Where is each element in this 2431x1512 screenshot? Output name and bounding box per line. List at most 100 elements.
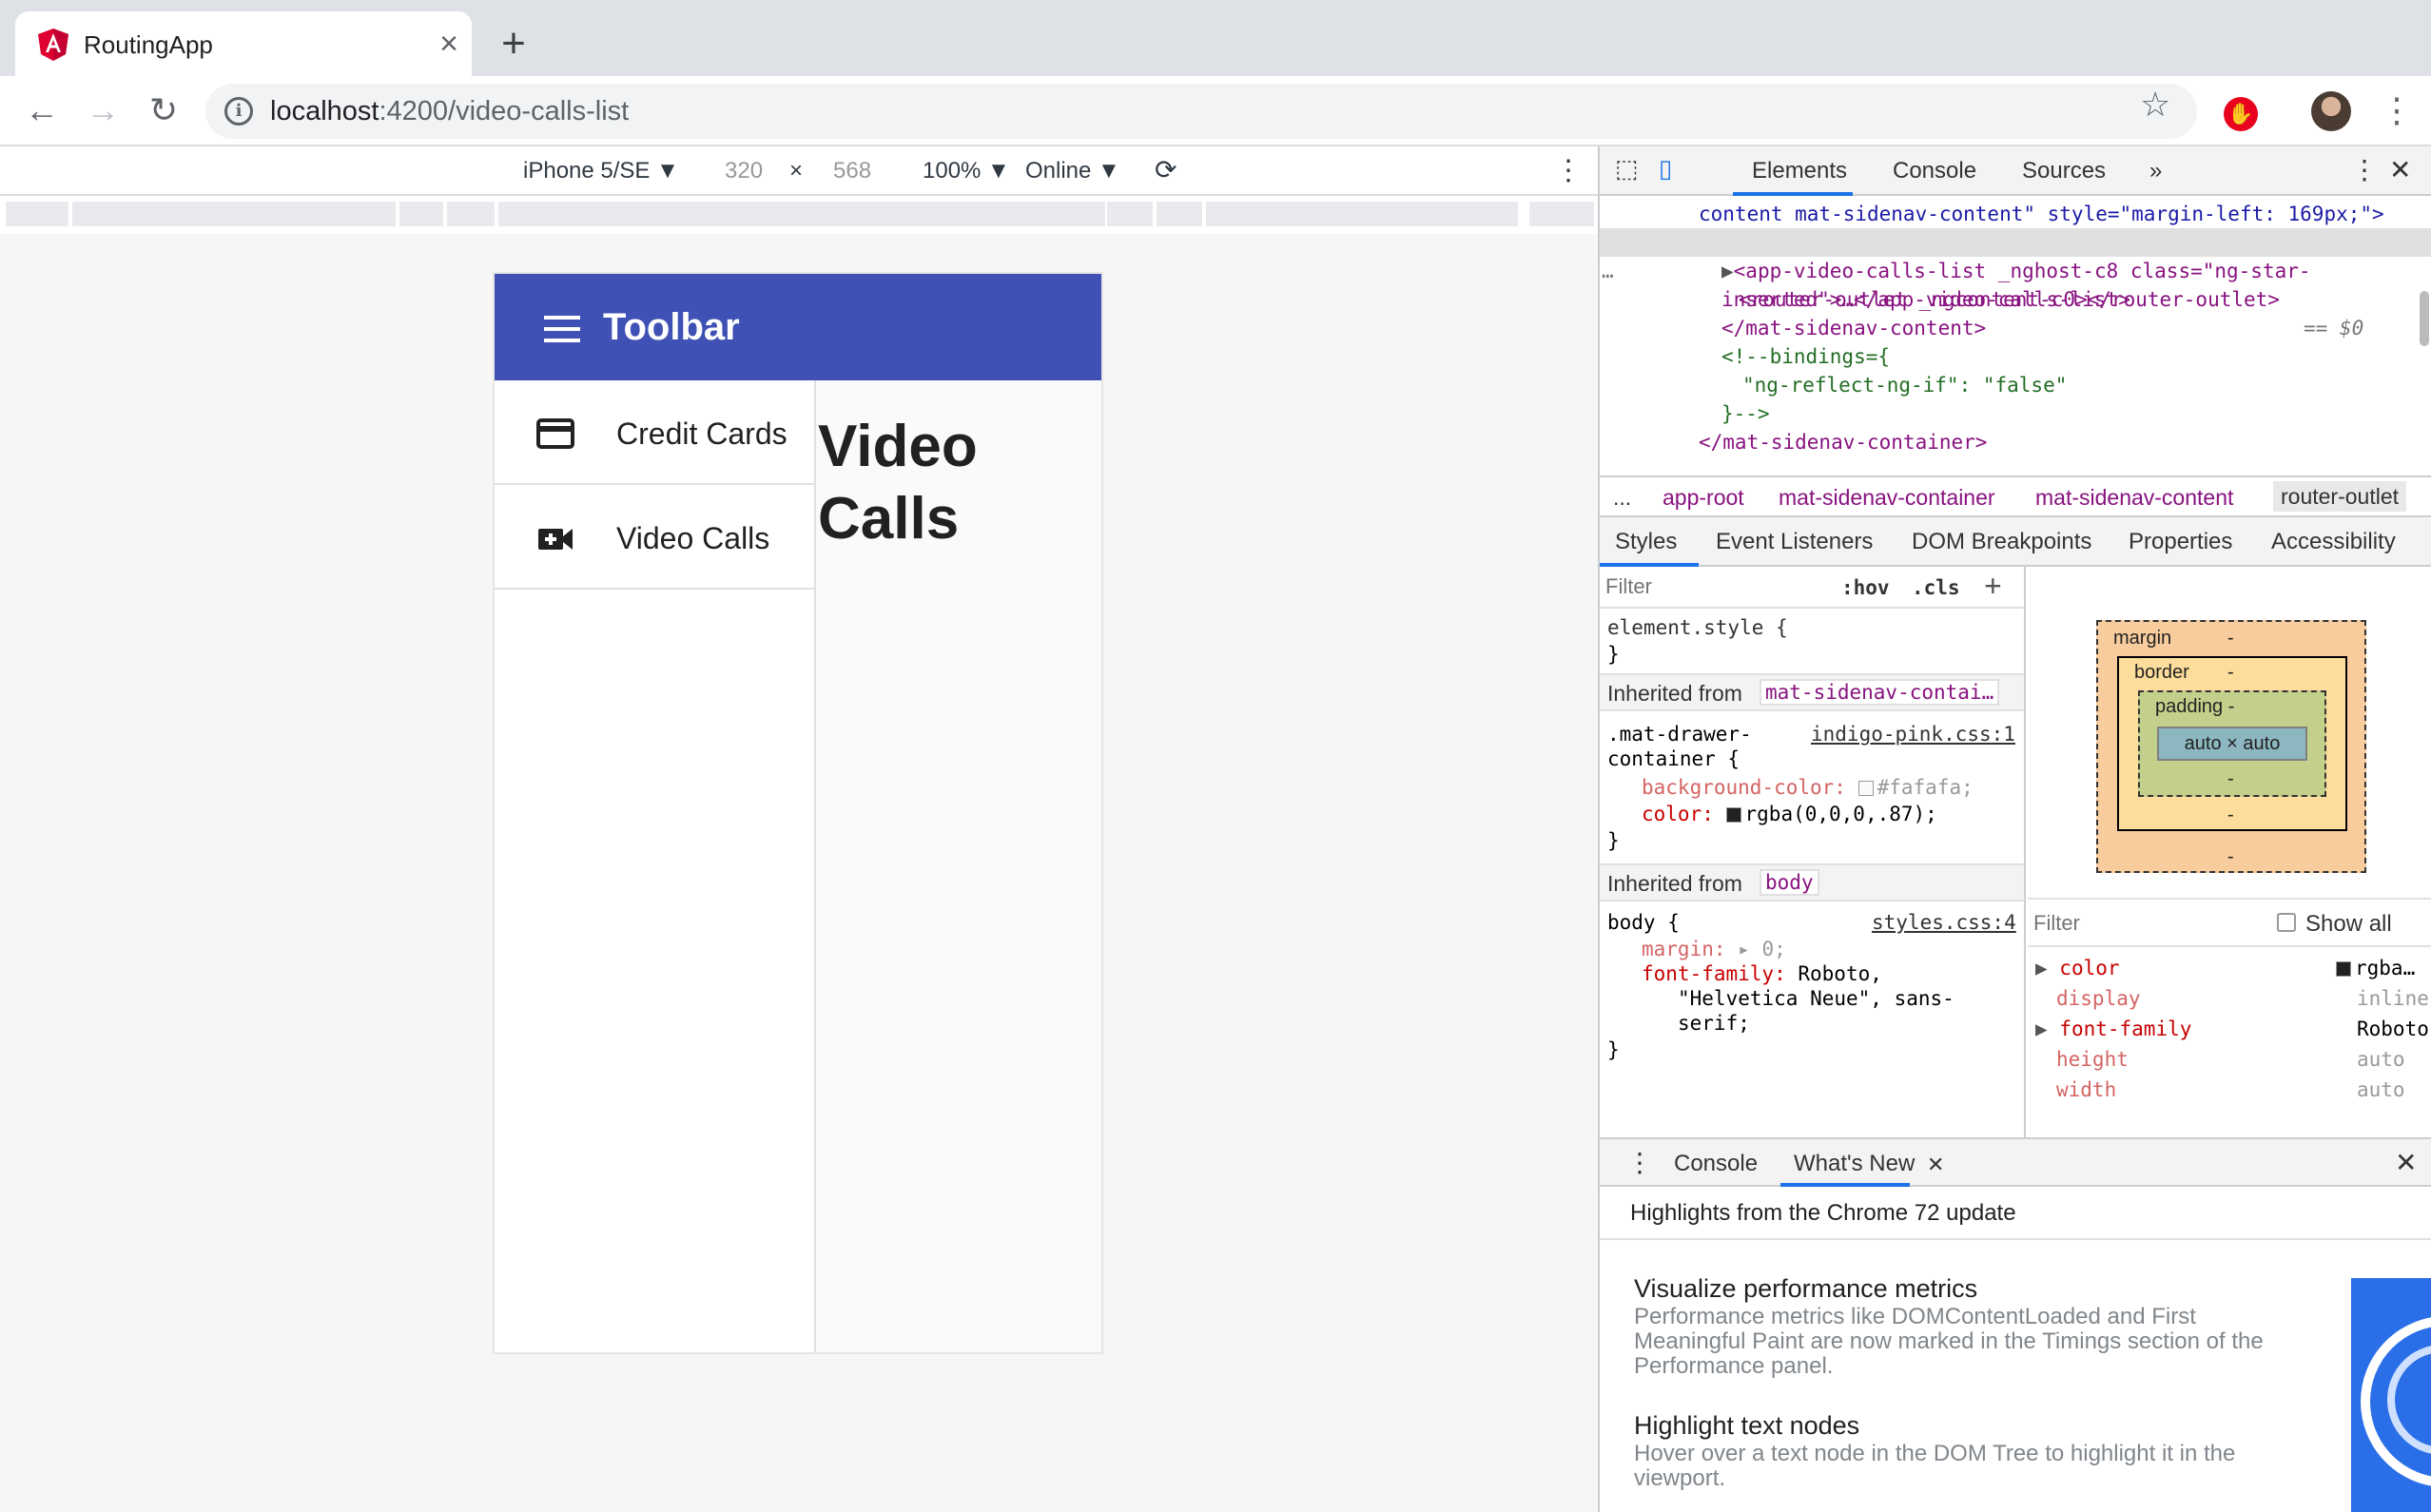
box-model-padding[interactable]: padding - - auto × auto (2138, 690, 2326, 797)
address-bar[interactable]: i localhost:4200/video-calls-list (205, 84, 2197, 139)
drawer-tab-whats-new[interactable]: What's New (1794, 1151, 1915, 1177)
device-toolbar-menu-icon[interactable]: ⋮ (1554, 154, 1583, 187)
element-style-rule[interactable]: element.style { (1607, 616, 1788, 639)
sidenav: Credit Cards Video Calls (495, 380, 816, 1352)
computed-filter-input[interactable] (2033, 907, 2224, 940)
css-declaration[interactable]: font-family: Roboto, (1642, 962, 1882, 985)
color-swatch[interactable] (1725, 807, 1741, 823)
computed-row[interactable]: width (2056, 1078, 2116, 1101)
computed-row[interactable]: height (2056, 1048, 2129, 1071)
network-throttle-select[interactable]: Online ▼ (1025, 158, 1120, 184)
box-model-value: - (2227, 846, 2234, 867)
tab-dom-breakpoints[interactable]: DOM Breakpoints (1912, 529, 2091, 555)
more-tabs-icon[interactable]: » (2149, 158, 2162, 184)
computed-row[interactable]: ▶ color (2035, 957, 2120, 979)
tab-title: RoutingApp (84, 30, 213, 59)
close-tab-icon[interactable]: × (432, 27, 466, 61)
breadcrumb-app-root[interactable]: app-root (1663, 485, 1744, 511)
url-text[interactable]: localhost:4200/video-calls-list (270, 95, 629, 127)
tab-console[interactable]: Console (1893, 158, 1976, 184)
drawer-tab-console[interactable]: Console (1674, 1151, 1758, 1177)
dom-line[interactable]: content mat-sidenav-content" style="marg… (1699, 200, 2384, 228)
new-rule-icon[interactable]: + (1984, 569, 2002, 604)
whats-new-item[interactable]: Highlight text nodes Hover over a text n… (1634, 1409, 2281, 1491)
sidenav-item-video-calls[interactable]: Video Calls (495, 485, 814, 590)
profile-avatar[interactable] (2311, 91, 2351, 131)
browser-menu-icon[interactable]: ⋮ (2380, 93, 2414, 127)
selected-dom-line[interactable]: … <router-outlet _ngcontent-c0></router-… (1600, 228, 2431, 339)
dom-scrollbar[interactable] (2420, 291, 2429, 346)
dom-ellipsis-icon[interactable]: … (1602, 257, 1614, 285)
video-camera-icon (538, 529, 573, 550)
zoom-select[interactable]: 100% ▼ (923, 158, 1010, 184)
box-model-value: - (2227, 768, 2234, 789)
bookmark-star-icon[interactable]: ☆ (2140, 85, 2170, 125)
tab-elements[interactable]: Elements (1752, 158, 1847, 184)
sidenav-item-credit-cards[interactable]: Credit Cards (495, 380, 814, 485)
rotate-icon[interactable]: ⟳ (1155, 154, 1177, 185)
close-devtools-icon[interactable]: ✕ (2389, 154, 2411, 185)
dom-line[interactable]: inserted">…</app-video-calls-list> (1721, 285, 2130, 314)
box-model-margin[interactable]: margin - - border - - padding - - auto ×… (2096, 620, 2366, 873)
site-info-icon[interactable]: i (224, 97, 253, 126)
css-declaration[interactable]: background-color: #fafafa; (1642, 776, 1974, 799)
new-tab-button[interactable]: + (493, 23, 535, 65)
breadcrumb-mat-sidenav-container[interactable]: mat-sidenav-container (1779, 485, 1995, 511)
whats-new-item-title[interactable]: Highlight text nodes (1634, 1409, 2281, 1442)
inherited-element-link[interactable]: body (1760, 869, 1819, 896)
inherited-element-link[interactable]: mat-sidenav-contai… (1760, 679, 2000, 706)
css-value-continuation: serif; (1678, 1012, 1750, 1035)
dom-line[interactable]: }--> (1721, 399, 1770, 428)
css-declaration[interactable]: margin: ▸ 0; (1642, 938, 1786, 960)
devtools-menu-icon[interactable]: ⋮ (2351, 154, 2378, 185)
breadcrumb-router-outlet[interactable]: router-outlet (2273, 481, 2407, 512)
dom-line[interactable]: ▶<app-video-calls-list _nghost-c8 class=… (1721, 257, 2311, 285)
box-model-border[interactable]: border - - padding - - auto × auto (2117, 656, 2347, 831)
styles-filter-input[interactable] (1605, 571, 1822, 603)
device-select[interactable]: iPhone 5/SE ▼ (523, 158, 679, 184)
dom-line[interactable]: </mat-sidenav-container> (1699, 428, 1987, 456)
viewport-height-input[interactable]: 568 (833, 158, 871, 184)
inspect-element-icon[interactable]: ⬚ (1615, 154, 1639, 184)
drawer-menu-icon[interactable]: ⋮ (1626, 1147, 1653, 1178)
dom-line[interactable]: <!--bindings={ (1721, 342, 1890, 371)
show-all-checkbox[interactable] (2277, 913, 2296, 932)
class-toggle[interactable]: .cls (1912, 576, 1960, 599)
hover-state-toggle[interactable]: :hov (1841, 576, 1890, 599)
whats-new-item-title[interactable]: Visualize performance metrics (1634, 1272, 2281, 1305)
stylesheet-link[interactable]: styles.css:4 (1872, 911, 2016, 934)
computed-row[interactable]: ▶ font-family (2035, 1018, 2191, 1040)
tab-styles[interactable]: Styles (1615, 529, 1677, 555)
device-mode-icon[interactable]: ▯ (1659, 154, 1672, 184)
breadcrumb-overflow[interactable]: ... (1613, 485, 1631, 511)
back-arrow-icon[interactable]: ← (19, 87, 65, 133)
rule-selector[interactable]: body { (1607, 911, 1680, 934)
rule-selector[interactable]: .mat-drawer- (1607, 723, 1752, 746)
tab-properties[interactable]: Properties (2129, 529, 2232, 555)
dom-line[interactable]: "ng-reflect-ng-if": "false" (1742, 371, 2067, 399)
viewport-width-input[interactable]: 320 (725, 158, 763, 184)
forward-arrow-icon[interactable]: → (80, 87, 126, 133)
tab-event-listeners[interactable]: Event Listeners (1716, 529, 1873, 555)
breadcrumb-mat-sidenav-content[interactable]: mat-sidenav-content (2035, 485, 2233, 511)
browser-toolbar: ← → ↻ i localhost:4200/video-calls-list … (0, 76, 2431, 146)
close-whats-new-icon[interactable]: ✕ (1927, 1153, 1944, 1177)
menu-icon[interactable] (544, 316, 580, 342)
css-declaration[interactable]: color: rgba(0,0,0,.87); (1642, 803, 1937, 825)
stylesheet-link[interactable]: indigo-pink.css:1 (1811, 723, 2015, 746)
computed-value: Roboto,… (2357, 1018, 2431, 1040)
tab-sources[interactable]: Sources (2022, 158, 2106, 184)
whats-new-item-body: Performance metrics like DOMContentLoade… (1634, 1304, 2264, 1379)
tab-accessibility[interactable]: Accessibility (2271, 529, 2396, 555)
close-drawer-icon[interactable]: ✕ (2395, 1147, 2417, 1178)
box-model-content[interactable]: auto × auto (2157, 727, 2307, 761)
extension-icon[interactable]: ✋ (2224, 97, 2258, 131)
browser-tab[interactable]: RoutingApp × (15, 11, 472, 76)
reload-icon[interactable]: ↻ (141, 87, 186, 133)
dom-line[interactable]: </mat-sidenav-content> (1721, 314, 1986, 342)
color-swatch[interactable] (1857, 781, 1874, 796)
rule-selector[interactable]: container { (1607, 747, 1740, 770)
media-query-ruler[interactable] (0, 196, 1598, 234)
whats-new-item[interactable]: Visualize performance metrics Performanc… (1634, 1272, 2281, 1379)
computed-row[interactable]: display (2056, 987, 2141, 1010)
